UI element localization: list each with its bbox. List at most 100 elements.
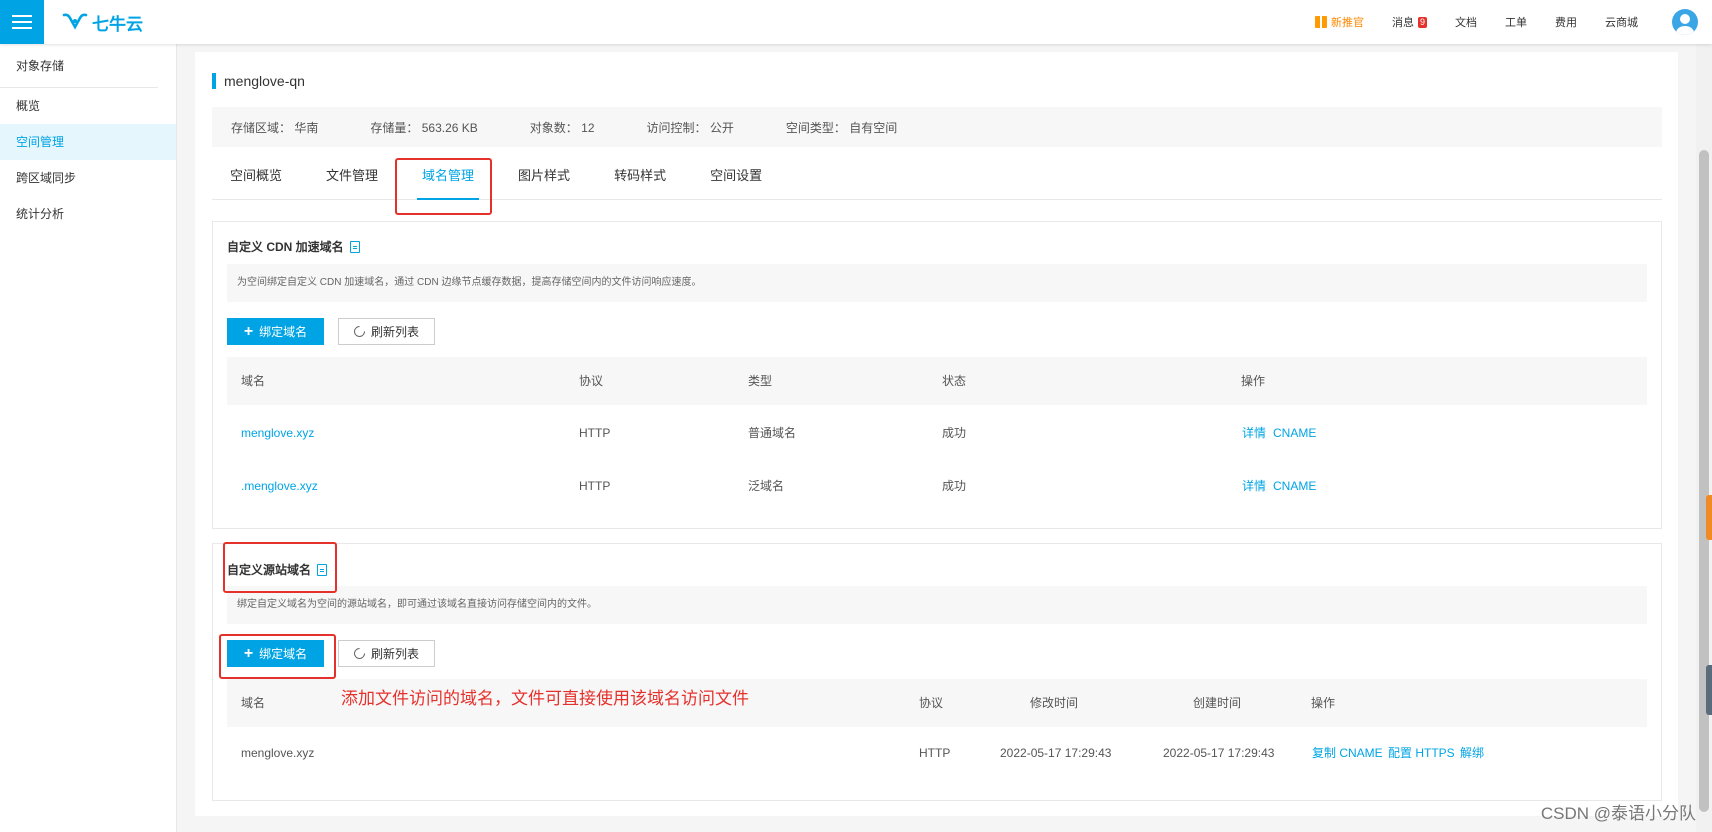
sidebar-item-bucket-management[interactable]: 空间管理 [0, 124, 176, 160]
domain-cell: menglove.xyz [241, 746, 315, 760]
protocol-cell: HTTP [579, 426, 611, 440]
new-promo-link[interactable]: 新推官 [1314, 14, 1364, 30]
refresh-label: 刷新列表 [370, 325, 419, 339]
document-icon[interactable] [317, 563, 328, 576]
sidebar-header: 对象存储 [0, 44, 158, 88]
tab-transcode-styles[interactable]: 转码样式 [596, 152, 684, 200]
hamburger-menu-button[interactable] [0, 0, 44, 44]
copy-cname-link[interactable]: 复制 CNAME [1312, 727, 1383, 779]
created-cell: 2022-05-17 17:29:43 [1163, 746, 1275, 760]
sidebar-item-cross-region-sync[interactable]: 跨区域同步 [0, 160, 176, 196]
bind-label: 绑定域名 [259, 647, 308, 661]
mall-link[interactable]: 云商城 [1605, 14, 1638, 30]
cname-link[interactable]: CNAME [1273, 460, 1316, 512]
top-nav: 新推官 消息 9 文档 工单 费用 云商城 [1287, 0, 1712, 44]
unbind-link[interactable]: 解绑 [1460, 727, 1484, 779]
main-panel: menglove-qn 存储区域： 华南 存储量： 563.26 KB 对象数：… [195, 52, 1678, 816]
modified-cell: 2022-05-17 17:29:43 [1000, 746, 1112, 760]
info-value: 公开 [709, 120, 734, 135]
configure-https-link[interactable]: 配置 HTTPS [1388, 727, 1455, 779]
qiniu-logo[interactable]: 七牛云 [62, 10, 143, 34]
info-value: 563.26 KB [421, 120, 478, 135]
info-label: 空间类型： [785, 120, 846, 135]
cdn-bind-domain-button[interactable]: + 绑定域名 [227, 318, 324, 345]
details-link[interactable]: 详情 [1242, 407, 1266, 459]
sidebar-item-overview[interactable]: 概览 [0, 88, 176, 124]
domain-link[interactable]: .menglove.xyz [241, 460, 318, 512]
col-domain: 域名 [241, 696, 266, 710]
sidebar: 对象存储 概览 空间管理 跨区域同步 统计分析 [0, 44, 177, 832]
mall-label: 云商城 [1605, 17, 1638, 29]
bucket-name: menglove-qn [224, 73, 305, 89]
refresh-icon [351, 323, 368, 340]
origin-domain-section: 自定义源站域名 绑定自定义域名为空间的源站域名，即可通过该域名直接访问存储空间内… [212, 543, 1662, 801]
col-actions: 操作 [1241, 374, 1266, 388]
origin-title-text: 自定义源站域名 [227, 563, 312, 577]
refresh-label: 刷新列表 [370, 647, 419, 661]
status-cell: 成功 [942, 426, 967, 440]
bucket-title: menglove-qn [212, 73, 305, 89]
bucket-info-bar: 存储区域： 华南 存储量： 563.26 KB 对象数： 12 访问控制： 公开… [212, 107, 1662, 147]
protocol-cell: HTTP [919, 746, 951, 760]
tab-image-styles[interactable]: 图片样式 [500, 152, 588, 200]
cdn-section-title: 自定义 CDN 加速域名 [227, 238, 360, 255]
info-storage: 存储量： 563.26 KB [370, 119, 477, 136]
status-cell: 成功 [942, 479, 967, 493]
docs-label: 文档 [1455, 17, 1477, 29]
bucket-tabs: 空间概览 文件管理 域名管理 图片样式 转码样式 空间设置 [212, 152, 1662, 200]
bind-label: 绑定域名 [259, 325, 308, 339]
tab-file-management[interactable]: 文件管理 [308, 152, 396, 200]
user-avatar[interactable] [1672, 9, 1698, 35]
cdn-description: 为空间绑定自定义 CDN 加速域名，通过 CDN 边缘节点缓存数据，提高存储空间… [227, 264, 1647, 302]
plus-icon: + [243, 644, 254, 662]
tickets-link[interactable]: 工单 [1505, 14, 1527, 30]
table-row: .menglove.xyz HTTP 泛域名 成功 详情 CNAME [227, 460, 1647, 512]
qiniu-logo-icon [62, 13, 88, 30]
info-object-count: 对象数： 12 [530, 119, 595, 136]
top-bar: 七牛云 新推官 消息 9 文档 工单 费用 云商城 [0, 0, 1712, 44]
col-protocol: 协议 [579, 374, 604, 388]
tab-domain-management[interactable]: 域名管理 [404, 152, 492, 200]
info-label: 存储量： [370, 120, 419, 135]
menu-icon [12, 15, 32, 29]
message-count-badge: 9 [1417, 16, 1427, 28]
sidebar-item-statistics[interactable]: 统计分析 [0, 196, 176, 232]
info-label: 存储区域： [231, 120, 292, 135]
annotation-text: 添加文件访问的域名，文件可直接使用该域名访问文件 [341, 689, 749, 708]
billing-link[interactable]: 费用 [1555, 14, 1577, 30]
origin-bind-domain-button[interactable]: + 绑定域名 [227, 640, 324, 667]
info-bucket-type: 空间类型： 自有空间 [786, 119, 897, 136]
document-icon[interactable] [349, 240, 360, 253]
side-widget-handle[interactable] [1706, 495, 1712, 540]
info-value: 12 [581, 120, 595, 135]
protocol-cell: HTTP [579, 479, 611, 493]
info-value: 华南 [294, 120, 319, 135]
table-row: menglove.xyz HTTP 2022-05-17 17:29:43 20… [227, 727, 1647, 779]
info-access-control: 访问控制： 公开 [647, 119, 734, 136]
side-widget-handle[interactable] [1706, 665, 1712, 715]
cdn-refresh-list-button[interactable]: 刷新列表 [338, 318, 435, 345]
messages-link[interactable]: 消息 9 [1392, 14, 1427, 30]
title-accent-bar [212, 73, 216, 89]
tab-bucket-overview[interactable]: 空间概览 [212, 152, 300, 200]
watermark: CSDN @泰语小分队 [1540, 804, 1696, 823]
cname-link[interactable]: CNAME [1273, 407, 1316, 459]
origin-refresh-list-button[interactable]: 刷新列表 [338, 640, 435, 667]
logo-text: 七牛云 [92, 14, 143, 34]
col-status: 状态 [942, 374, 967, 388]
details-link[interactable]: 详情 [1242, 460, 1266, 512]
col-protocol: 协议 [919, 696, 944, 710]
col-modified: 修改时间 [1030, 696, 1079, 710]
new-promo-label: 新推官 [1330, 17, 1364, 29]
info-label: 访问控制： [646, 120, 707, 135]
info-region: 存储区域： 华南 [231, 119, 318, 136]
table-row: menglove.xyz HTTP 普通域名 成功 详情 CNAME [227, 407, 1647, 459]
docs-link[interactable]: 文档 [1455, 14, 1477, 30]
domain-link[interactable]: menglove.xyz [241, 407, 314, 459]
type-cell: 泛域名 [748, 479, 785, 493]
type-cell: 普通域名 [748, 426, 797, 440]
col-created: 创建时间 [1193, 696, 1242, 710]
cdn-domain-section: 自定义 CDN 加速域名 为空间绑定自定义 CDN 加速域名，通过 CDN 边缘… [212, 221, 1662, 529]
tab-bucket-settings[interactable]: 空间设置 [692, 152, 780, 200]
col-domain: 域名 [241, 374, 266, 388]
